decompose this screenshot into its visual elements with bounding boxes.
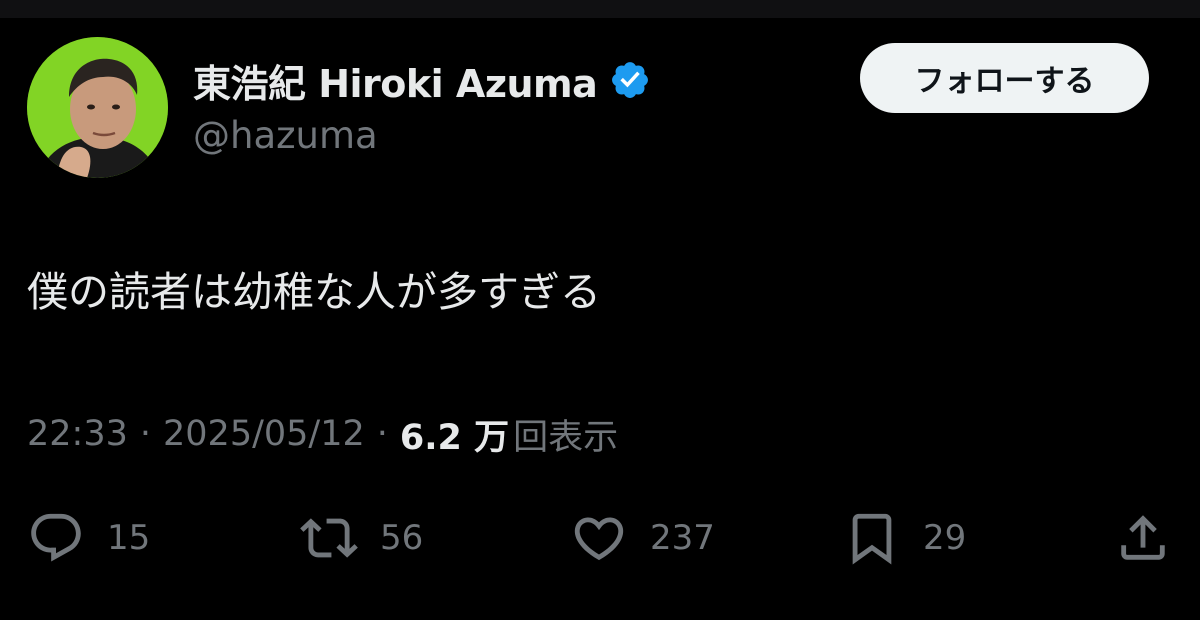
like-count: 237 — [650, 518, 715, 558]
tweet-text: 僕の読者は幼稚な人が多すぎる — [27, 268, 601, 316]
reply-button[interactable]: 15 — [27, 510, 150, 566]
avatar-image — [27, 37, 168, 178]
like-button[interactable]: 237 — [570, 510, 715, 566]
repost-icon — [300, 518, 358, 558]
repost-button[interactable]: 56 — [300, 510, 423, 566]
verified-badge-icon[interactable] — [609, 59, 651, 101]
author-name-row[interactable]: 東浩紀 Hiroki Azuma — [193, 50, 651, 110]
bookmark-button[interactable]: 29 — [843, 510, 966, 566]
meta-separator: · — [139, 414, 152, 454]
views-count[interactable]: 6.2 万 — [400, 409, 509, 460]
reply-count: 15 — [107, 518, 151, 558]
views-label: 回表示 — [513, 417, 619, 458]
avatar[interactable] — [27, 37, 168, 178]
bookmark-count: 29 — [923, 518, 967, 558]
meta-separator: · — [376, 414, 388, 454]
top-edge-strip — [0, 0, 1200, 18]
bookmark-icon — [852, 513, 892, 565]
repost-count: 56 — [380, 518, 424, 558]
follow-button[interactable]: フォローする — [860, 43, 1149, 113]
tweet-date[interactable]: 2025/05/12 — [163, 414, 365, 454]
user-handle[interactable]: @hazuma — [193, 114, 378, 157]
tweet-meta: 22:33 · 2025/05/12 · 6.2 万 回表示 — [27, 410, 618, 458]
heart-icon — [574, 517, 624, 561]
display-name[interactable]: 東浩紀 Hiroki Azuma — [193, 53, 598, 108]
reply-icon — [31, 513, 81, 562]
share-button[interactable] — [1114, 510, 1172, 566]
tweet-time[interactable]: 22:33 — [27, 414, 128, 454]
share-icon — [1121, 515, 1165, 560]
